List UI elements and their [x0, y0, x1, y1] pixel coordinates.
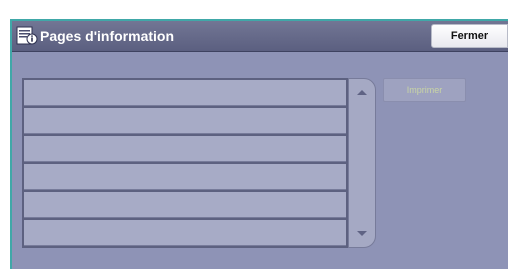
page-title: Pages d'information	[40, 28, 175, 44]
list-item[interactable]	[24, 164, 346, 190]
list-item[interactable]	[24, 220, 346, 246]
chevron-down-icon	[357, 231, 367, 236]
information-pages-icon	[16, 26, 38, 46]
list-item[interactable]	[24, 80, 346, 106]
scroll-down-button[interactable]	[349, 220, 375, 246]
chevron-up-icon	[357, 90, 367, 95]
close-button[interactable]: Fermer	[431, 24, 508, 48]
list-item[interactable]	[24, 108, 346, 134]
scroll-up-button[interactable]	[349, 80, 375, 106]
print-button[interactable]: Imprimer	[383, 78, 466, 102]
list-item[interactable]	[24, 136, 346, 162]
list-item[interactable]	[24, 192, 346, 218]
information-pages-list	[22, 78, 348, 248]
